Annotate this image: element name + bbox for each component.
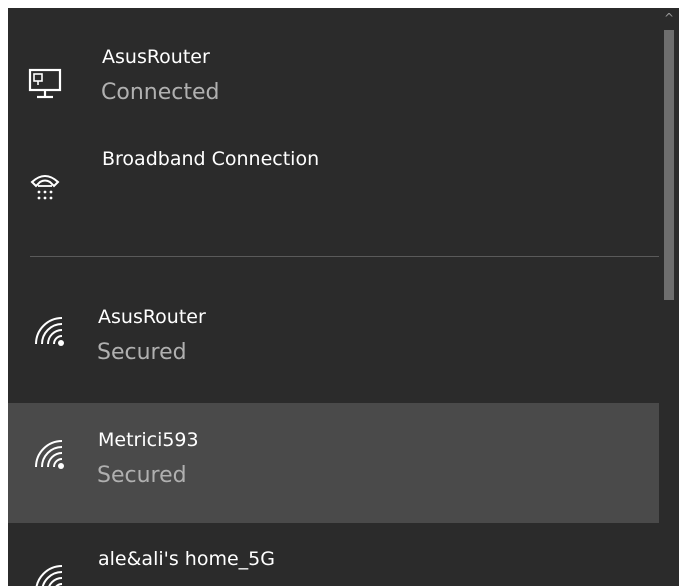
section-divider — [30, 256, 659, 257]
wifi-item-metrici593[interactable]: Metrici593 Secured — [8, 403, 659, 523]
ethernet-computer-icon — [28, 68, 62, 104]
network-list: AsusRouter Connected Broadband Connectio… — [8, 8, 659, 586]
wifi-status: Secured — [97, 463, 187, 488]
wifi-name: ale&ali's home_5G — [98, 548, 275, 570]
wifi-item-asusrouter[interactable]: AsusRouter Secured — [8, 286, 659, 396]
connection-item-asusrouter-ethernet[interactable]: AsusRouter Connected — [8, 38, 659, 118]
wifi-secured-icon — [32, 437, 66, 475]
wifi-name: AsusRouter — [98, 306, 206, 328]
connection-status: Connected — [101, 80, 220, 105]
wifi-status: Secured — [97, 340, 187, 365]
scroll-up-arrow[interactable]: ^ — [659, 8, 679, 28]
scroll-thumb[interactable] — [664, 30, 674, 300]
connection-item-broadband[interactable]: Broadband Connection — [8, 136, 659, 226]
wifi-secured-icon — [32, 562, 66, 586]
connection-name: Broadband Connection — [102, 148, 320, 170]
network-flyout: AsusRouter Connected Broadband Connectio… — [8, 8, 679, 586]
dialup-phone-icon — [30, 170, 60, 206]
wifi-name: Metrici593 — [98, 429, 199, 451]
scrollbar[interactable]: ^ — [659, 8, 679, 586]
wifi-secured-icon — [32, 314, 66, 352]
wifi-item-ale-ali-home-5g[interactable]: ale&ali's home_5G — [8, 530, 659, 586]
connection-name: AsusRouter — [102, 46, 210, 68]
